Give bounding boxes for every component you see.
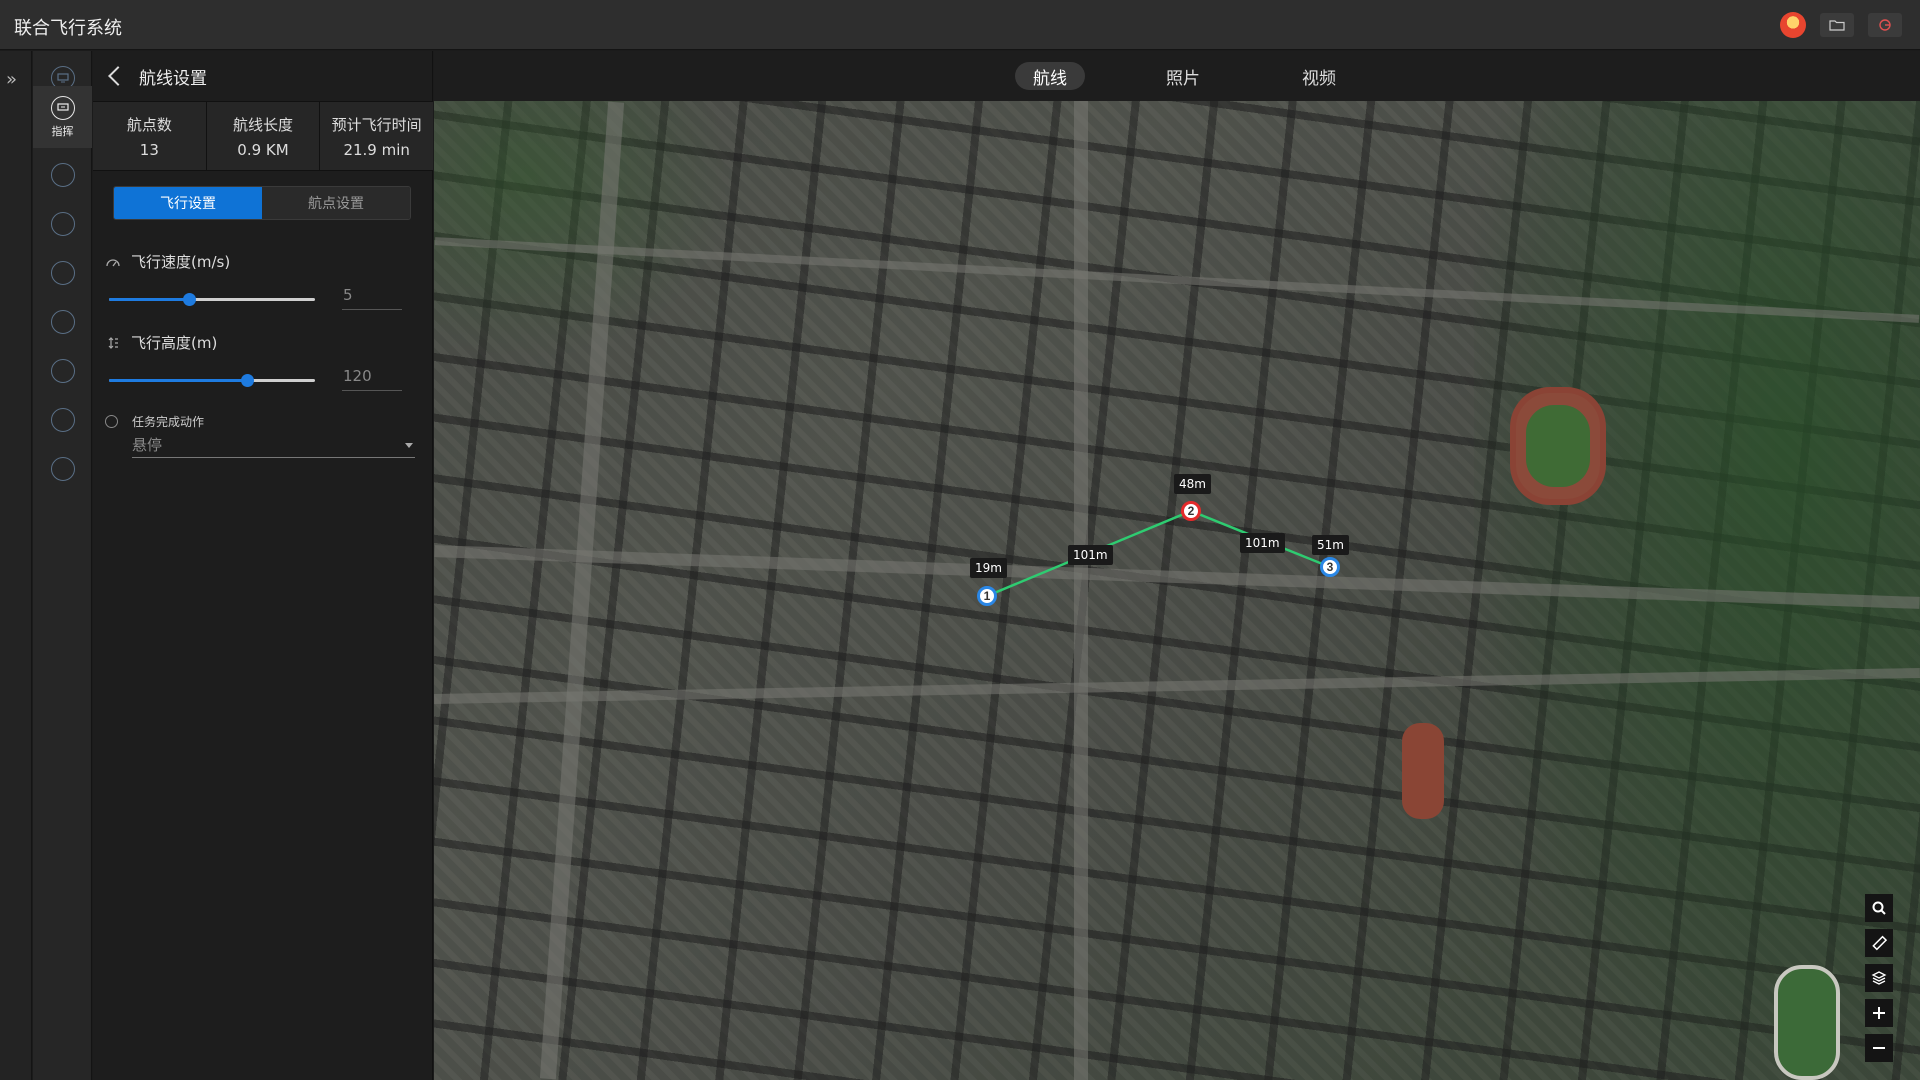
route-stats: 航点数 13 航线长度 0.9 KM 预计飞行时间 21.9 min [93, 101, 433, 171]
height-slider-thumb[interactable] [240, 374, 254, 387]
height-input[interactable]: 120 [342, 363, 402, 391]
folder-button[interactable] [1820, 13, 1854, 37]
nav-label-command: 指挥 [51, 124, 74, 138]
drone-icon [50, 163, 75, 187]
tab-route[interactable]: 航线 [1015, 62, 1085, 90]
waypoint-3[interactable]: 3 [1320, 557, 1340, 577]
stat-route-length: 航线长度 0.9 KM [207, 102, 321, 170]
logout-icon [1879, 19, 1891, 31]
nav-item-6[interactable] [33, 296, 92, 348]
height-label: 飞行高度(m) [131, 334, 218, 352]
height-icon [108, 336, 118, 349]
users-icon [50, 408, 75, 432]
nav-item-8[interactable] [33, 394, 92, 446]
folder-icon [1829, 20, 1845, 31]
layers-icon [1871, 971, 1887, 985]
speed-slider[interactable] [109, 298, 315, 301]
media-tabs: 航线 照片 视频 [434, 51, 1920, 101]
expand-icon[interactable]: » [6, 69, 17, 90]
back-icon[interactable] [108, 66, 128, 86]
logout-button[interactable] [1868, 13, 1902, 37]
list-icon [50, 212, 75, 236]
route-settings-panel: 航线设置 航点数 13 航线长度 0.9 KM 预计飞行时间 21.9 min … [93, 51, 433, 1080]
avatar[interactable] [1780, 12, 1806, 38]
clock-icon [50, 310, 75, 334]
stat-label: 航点数 [126, 115, 172, 134]
plus-icon [1873, 1007, 1885, 1019]
tab-photos[interactable]: 照片 [1148, 62, 1218, 90]
measure-button[interactable] [1865, 929, 1893, 957]
finish-action-value: 悬停 [132, 436, 163, 454]
stat-label: 预计飞行时间 [331, 115, 422, 134]
speed-input[interactable]: 5 [342, 282, 402, 310]
speed-slider-row: 5 [105, 278, 415, 318]
waypoint-2[interactable]: 2 [1181, 501, 1201, 521]
panel-header: 航线设置 [93, 51, 433, 101]
search-button[interactable] [1865, 894, 1893, 922]
speed-field: 飞行速度(m/s) 5 [105, 251, 415, 318]
speedometer-icon [106, 258, 120, 266]
speed-slider-fill [109, 298, 190, 301]
nav-item-7[interactable] [33, 345, 92, 397]
height-field: 飞行高度(m) 120 [105, 332, 415, 399]
tab-flight-settings[interactable]: 飞行设置 [114, 187, 262, 219]
zoom-in-button[interactable] [1865, 999, 1893, 1027]
title-bar-actions [1780, 12, 1902, 38]
tab-waypoint-settings[interactable]: 航点设置 [262, 187, 410, 219]
nav-item-command[interactable]: 指挥 [33, 86, 92, 148]
speed-label-row: 飞行速度(m/s) [105, 251, 415, 272]
segment-1-distance: 101m [1068, 545, 1113, 565]
route-path [986, 509, 1331, 598]
collapsed-rail: » [0, 51, 32, 1080]
nav-item-9[interactable] [33, 443, 92, 495]
nav-item-4[interactable] [33, 198, 92, 250]
chevron-down-icon [405, 443, 413, 448]
satellite-map[interactable]: 1 2 3 19m 101m 48m 101m 51m [434, 101, 1920, 1080]
height-slider-row: 120 [105, 359, 415, 399]
zoom-out-button[interactable] [1865, 1034, 1893, 1062]
nav-item-5[interactable] [33, 247, 92, 299]
settings-tabs: 飞行设置 航点设置 [113, 186, 411, 220]
icon-nav: 指挥 [33, 51, 92, 1080]
finish-action-label: 任务完成动作 [132, 415, 205, 429]
check-circle-icon [105, 415, 118, 428]
nav-item-3[interactable] [33, 149, 92, 201]
segment-2-distance: 101m [1240, 533, 1285, 553]
command-key-icon [50, 359, 75, 383]
waypoint-1[interactable]: 1 [977, 586, 997, 606]
stat-label: 航线长度 [233, 115, 294, 134]
edit-icon [50, 261, 75, 285]
title-bar: 联合飞行系统 [0, 0, 1920, 50]
waypoint-3-altitude: 51m [1312, 535, 1349, 555]
speed-slider-thumb[interactable] [182, 293, 196, 306]
finish-action-select[interactable]: 悬停 [132, 434, 415, 458]
command-icon [50, 95, 75, 120]
settings-icon [50, 457, 75, 481]
tab-videos[interactable]: 视频 [1284, 62, 1354, 90]
height-slider-fill [109, 379, 248, 382]
layers-button[interactable] [1865, 964, 1893, 992]
stat-value: 0.9 KM [237, 140, 289, 159]
height-slider[interactable] [109, 379, 315, 382]
search-icon [1872, 901, 1886, 915]
stat-value: 21.9 min [343, 140, 410, 159]
panel-title: 航线设置 [139, 68, 207, 89]
app-title: 联合飞行系统 [14, 18, 122, 39]
finish-action-label-row: 任务完成动作 [105, 413, 415, 430]
height-label-row: 飞行高度(m) [105, 332, 415, 353]
stat-waypoints: 航点数 13 [93, 102, 207, 170]
minus-icon [1873, 1047, 1885, 1049]
waypoint-2-altitude: 48m [1174, 474, 1211, 494]
map-toolbar [1865, 894, 1893, 1062]
speed-label: 飞行速度(m/s) [131, 253, 231, 271]
ruler-icon [1872, 935, 1887, 951]
finish-action-field: 任务完成动作 悬停 [105, 413, 415, 458]
stat-flight-time: 预计飞行时间 21.9 min [320, 102, 433, 170]
stat-value: 13 [139, 140, 159, 159]
waypoint-1-altitude: 19m [970, 558, 1007, 578]
